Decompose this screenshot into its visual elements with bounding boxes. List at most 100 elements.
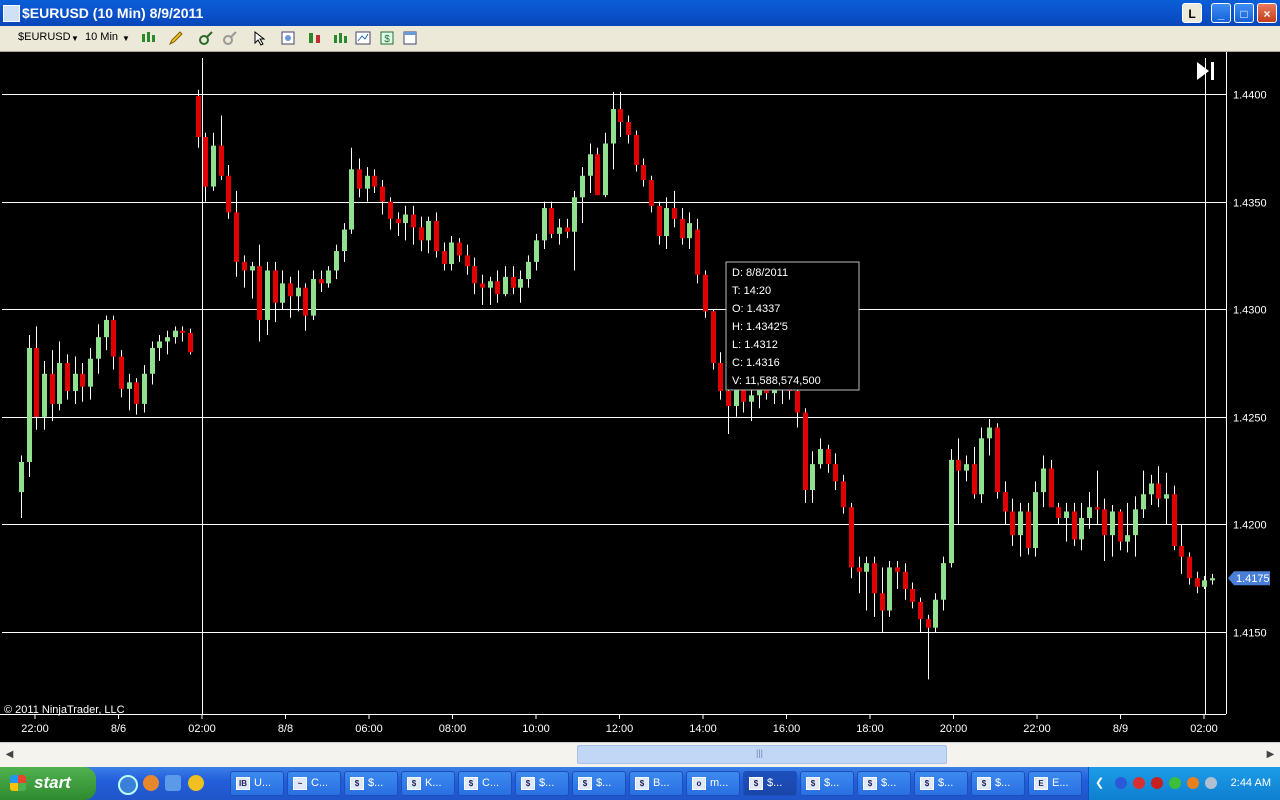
taskbar-button[interactable]: $ $...	[857, 771, 911, 796]
explorer-icon[interactable]	[165, 775, 181, 791]
down-candle	[1179, 545, 1184, 557]
up-candle	[326, 270, 331, 284]
time-tick-label: 20:00	[940, 723, 968, 735]
candlestick-chart[interactable]: 1.4400 1.4350 1.4300 1.4250 1.4200 1.4150 22:0…	[0, 52, 1280, 742]
task-label: C...	[482, 777, 500, 789]
up-candle	[1133, 509, 1138, 536]
drawing-pencil-icon[interactable]	[168, 30, 184, 46]
down-candle	[795, 390, 800, 413]
task-app-icon: $	[635, 777, 649, 790]
update-icon[interactable]	[1187, 777, 1199, 789]
taskbar-button[interactable]: $ $...	[914, 771, 968, 796]
volume-icon[interactable]	[1205, 777, 1217, 789]
up-candle	[1079, 517, 1084, 540]
time-tick-label: 02:00	[1190, 723, 1218, 735]
taskbar-button[interactable]: $ K...	[401, 771, 455, 796]
up-candle	[73, 373, 78, 391]
interval-selector[interactable]: 10 Min	[85, 31, 118, 43]
maximize-button[interactable]: □	[1234, 3, 1254, 23]
instrument-dropdown-icon[interactable]: ▼	[71, 34, 79, 43]
taskbar-button[interactable]: $ $...	[800, 771, 854, 796]
link-button[interactable]: L	[1182, 3, 1202, 23]
down-candle	[442, 251, 447, 265]
up-candle	[518, 279, 523, 288]
panel-icon[interactable]	[402, 30, 418, 46]
task-label: B...	[653, 777, 670, 789]
task-app-icon: IB	[236, 777, 250, 790]
scroll-right-arrow[interactable]: ▶	[1262, 745, 1279, 764]
up-candle	[104, 319, 109, 338]
data-box: D: 8/8/2011 T: 14:20 O: 1.4337 H: 1.4342'5 L…	[725, 261, 860, 391]
data-box-icon[interactable]	[280, 30, 296, 46]
up-candle	[933, 599, 938, 628]
up-candle	[1149, 483, 1154, 495]
up-candle	[127, 382, 132, 389]
zoom-in-icon[interactable]	[198, 30, 214, 46]
strategy-icon[interactable]	[307, 30, 323, 46]
candles	[19, 89, 1215, 680]
zoom-out-icon[interactable]	[222, 30, 238, 46]
time-tick-label: 18:00	[856, 723, 884, 735]
chart-panel[interactable]: 1.4400 1.4350 1.4300 1.4250 1.4200 1.4150 22:0…	[0, 52, 1280, 742]
down-candle	[465, 255, 470, 267]
taskbar-button[interactable]: $ $...	[743, 771, 797, 796]
indicators-icon[interactable]	[332, 30, 348, 46]
up-candle	[534, 240, 539, 262]
pointer-icon[interactable]	[252, 30, 268, 46]
down-candle	[111, 319, 116, 357]
firefox-icon[interactable]	[143, 775, 159, 791]
antivirus-icon[interactable]	[1151, 777, 1163, 789]
window-titlebar[interactable]: $EURUSD (10 Min) 8/9/2011 L _ □ ×	[0, 0, 1280, 26]
down-candle	[134, 382, 139, 404]
close-button[interactable]: ×	[1257, 3, 1277, 23]
tray-expand-icon[interactable]: ❮	[1095, 776, 1104, 789]
taskbar-button[interactable]: $ $...	[971, 771, 1025, 796]
taskbar-button[interactable]: $ C...	[458, 771, 512, 796]
up-candle	[1141, 494, 1146, 510]
taskbar-button[interactable]: IB U...	[230, 771, 284, 796]
up-candle	[1018, 511, 1023, 536]
dollar-icon[interactable]: $	[379, 30, 395, 46]
taskbar-button[interactable]: $ $...	[515, 771, 569, 796]
windows-flag-icon	[10, 775, 26, 791]
interval-dropdown-icon[interactable]: ▼	[122, 34, 130, 43]
down-candle	[910, 588, 915, 602]
up-candle	[526, 261, 531, 280]
up-candle	[1041, 468, 1046, 493]
instrument-selector[interactable]: $EURUSD	[18, 31, 71, 43]
minimize-button[interactable]: _	[1211, 3, 1231, 23]
scrollbar-thumb[interactable]: |||	[577, 745, 947, 764]
taskbar-button[interactable]: E E...	[1028, 771, 1082, 796]
up-candle	[1110, 511, 1115, 536]
down-candle	[480, 283, 485, 288]
taskbar-button[interactable]: $ $...	[572, 771, 626, 796]
time-tick-label: 14:00	[689, 723, 717, 735]
task-label: E...	[1052, 777, 1069, 789]
up-candle	[603, 143, 608, 196]
taskbar-button[interactable]: $ B...	[629, 771, 683, 796]
down-candle	[257, 266, 262, 320]
shield-icon[interactable]	[1133, 777, 1145, 789]
svg-text:$: $	[384, 34, 390, 45]
media-player-icon[interactable]	[188, 775, 204, 791]
taskbar-button[interactable]: $ $...	[344, 771, 398, 796]
taskbar-button[interactable]: o m...	[686, 771, 740, 796]
scroll-left-arrow[interactable]: ◀	[1, 745, 18, 764]
bluetooth-icon[interactable]	[1115, 777, 1127, 789]
down-candle	[34, 347, 39, 417]
horizontal-scrollbar[interactable]: ◀ ||| ▶	[0, 742, 1280, 767]
down-candle	[1056, 507, 1061, 518]
start-button[interactable]: start	[0, 767, 96, 800]
properties-icon[interactable]	[355, 30, 371, 46]
task-label: C...	[311, 777, 329, 789]
down-candle	[1118, 511, 1123, 542]
up-candle	[1164, 494, 1169, 499]
taskbar-button[interactable]: ~ C...	[287, 771, 341, 796]
task-app-icon: $	[350, 777, 364, 790]
time-tick-label: 22:00	[21, 723, 49, 735]
task-label: $...	[995, 777, 1011, 789]
up-candle	[173, 330, 178, 338]
ie-icon[interactable]	[118, 775, 138, 795]
chart-style-icon[interactable]	[140, 30, 156, 46]
network-icon[interactable]	[1169, 777, 1181, 789]
